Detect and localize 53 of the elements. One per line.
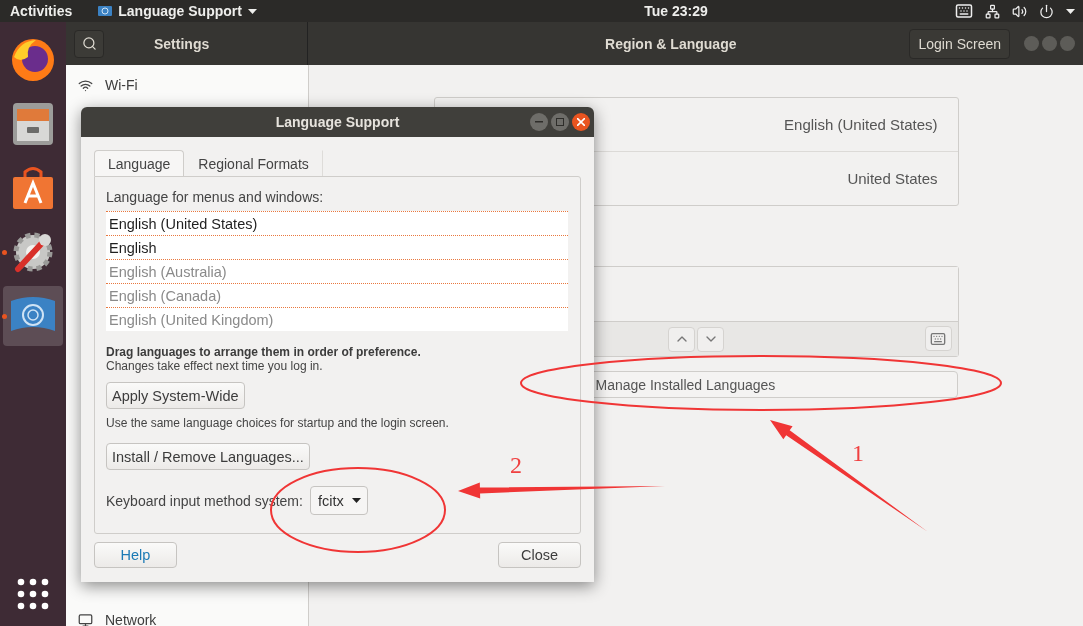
maximize-icon <box>556 118 564 126</box>
setting-value[interactable]: United States <box>847 170 938 187</box>
caret-icon <box>1066 8 1075 14</box>
caret-icon <box>351 498 361 503</box>
dialog-title: Language Support <box>275 114 400 130</box>
shopping-bag-icon <box>11 165 55 211</box>
annotation-number: 2 <box>510 452 522 479</box>
minimize-icon <box>535 121 543 123</box>
input-method-dropdown[interactable]: fcitx <box>309 486 368 515</box>
list-label: Language for menus and windows: <box>106 189 325 205</box>
setting-value[interactable]: English (United States) <box>784 116 938 133</box>
running-dot <box>2 314 7 319</box>
app-menu[interactable]: Language Support <box>98 3 257 19</box>
language-item[interactable]: English (United States) <box>106 211 568 235</box>
minimize-button[interactable] <box>530 113 548 131</box>
effect-note: Changes take effect next time you log in. <box>106 359 324 373</box>
flag-icon <box>98 5 113 17</box>
apps-grid-icon[interactable] <box>17 578 49 610</box>
tab[interactable]: Regional Formats <box>184 150 323 176</box>
app-menu-label: Language Support <box>118 3 242 19</box>
volume-icon[interactable] <box>1012 3 1027 19</box>
search-icon <box>81 36 97 51</box>
help-button[interactable]: Help <box>94 542 177 568</box>
file-cabinet-icon <box>11 101 55 147</box>
sidebar-title: Settings <box>154 35 210 52</box>
page-title: Region & Language <box>605 35 737 52</box>
close-dialog-button[interactable]: Close <box>498 542 581 568</box>
login-screen-button[interactable]: Login Screen <box>909 28 1010 59</box>
running-dot <box>2 250 7 255</box>
close-button[interactable] <box>572 113 590 131</box>
wifi-icon <box>78 77 93 93</box>
sidebar-item[interactable]: Network <box>66 600 308 626</box>
search-button[interactable] <box>74 29 104 58</box>
annotation-number: 1 <box>852 440 864 467</box>
close-icon <box>577 118 585 126</box>
clock[interactable]: Tue 23:29 <box>644 3 708 19</box>
power-icon[interactable] <box>1039 3 1054 19</box>
keyboard-layout-button[interactable] <box>924 326 952 351</box>
caret-icon <box>247 8 257 14</box>
dock-item[interactable] <box>3 286 63 346</box>
monitor-icon <box>78 612 93 626</box>
activities-button[interactable]: Activities <box>10 3 73 19</box>
keyboard-icon <box>930 330 946 347</box>
sidebar-item[interactable]: Wi-Fi <box>66 65 308 105</box>
language-item[interactable]: English <box>106 235 568 259</box>
apply-note: Use the same language choices for startup and the login screen. <box>106 416 450 430</box>
tab[interactable]: Language <box>94 150 185 176</box>
firefox-icon <box>10 37 56 83</box>
network-icon[interactable] <box>985 3 1000 19</box>
keyboard-icon[interactable] <box>955 2 973 20</box>
apply-system-wide-button[interactable]: Apply System-Wide <box>106 382 245 409</box>
install-remove-button[interactable]: Install / Remove Languages... <box>106 443 310 470</box>
drag-hint: Drag languages to arrange them in order of preference. <box>106 345 422 359</box>
